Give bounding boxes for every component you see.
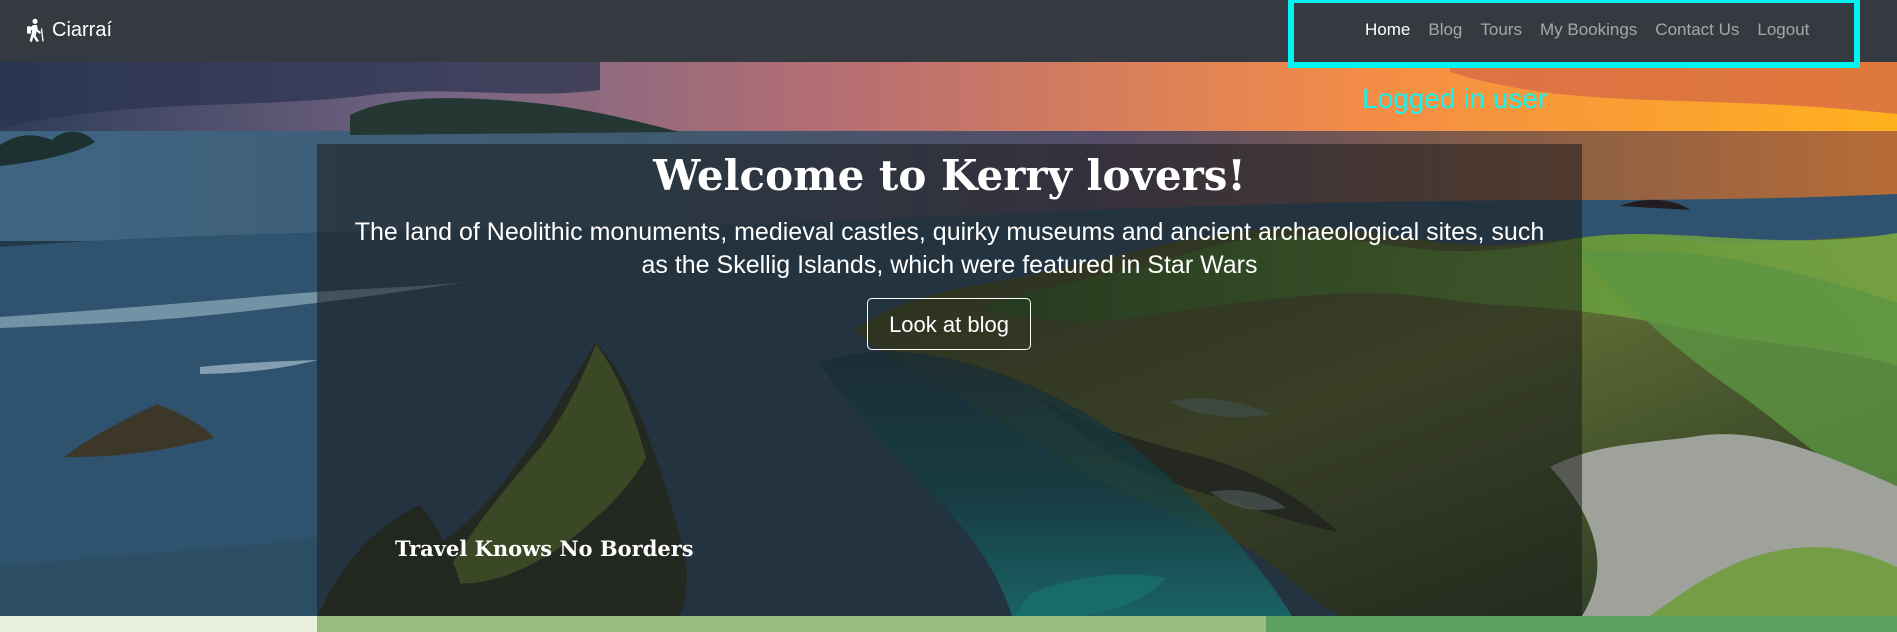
look-at-blog-button[interactable]: Look at blog bbox=[867, 298, 1031, 350]
travel-tagline: Travel Knows No Borders bbox=[395, 536, 694, 561]
brand-name: Ciarraí bbox=[52, 19, 113, 41]
nav-contact-us[interactable]: Contact Us bbox=[1646, 12, 1748, 48]
hero-subtitle: The land of Neolithic monuments, medieva… bbox=[354, 218, 1545, 279]
hero-content-overlay: Welcome to Kerry lovers! The land of Neo… bbox=[317, 144, 1582, 616]
hiking-person-icon bbox=[25, 18, 45, 42]
hero-section: Welcome to Kerry lovers! The land of Neo… bbox=[0, 62, 1897, 616]
bottom-band-light-segment bbox=[0, 616, 317, 632]
nav-logout[interactable]: Logout bbox=[1748, 12, 1818, 48]
brand-link[interactable]: Ciarraí bbox=[25, 15, 112, 45]
nav-blog[interactable]: Blog bbox=[1419, 12, 1471, 48]
main-navigation: Home Blog Tours My Bookings Contact Us L… bbox=[1356, 12, 1818, 48]
nav-home[interactable]: Home bbox=[1356, 12, 1419, 48]
homepage: Ciarraí Home Blog Tours My Bookings Cont… bbox=[0, 0, 1897, 632]
bottom-color-band bbox=[0, 616, 1897, 632]
logged-in-annotation: Logged in user bbox=[1362, 83, 1548, 114]
bottom-band-mid-segment bbox=[317, 616, 1266, 632]
hero-title: Welcome to Kerry lovers! bbox=[653, 151, 1246, 200]
bottom-band-dark-segment bbox=[1266, 616, 1897, 632]
navbar: Ciarraí Home Blog Tours My Bookings Cont… bbox=[0, 0, 1897, 62]
nav-my-bookings[interactable]: My Bookings bbox=[1531, 12, 1646, 48]
nav-tours[interactable]: Tours bbox=[1471, 12, 1531, 48]
